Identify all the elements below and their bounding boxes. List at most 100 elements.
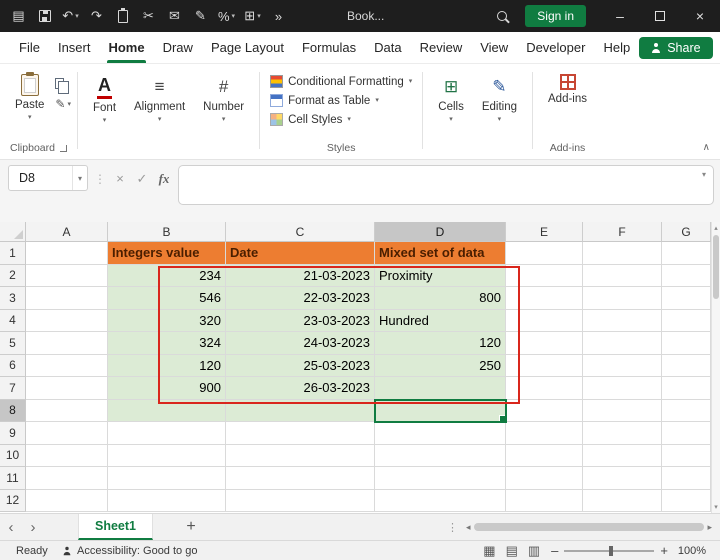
cancel-icon[interactable]: × (112, 165, 128, 186)
row-header-5[interactable]: 5 (0, 332, 26, 355)
zoom-out-button[interactable]: – (545, 543, 564, 558)
cell-g6[interactable] (662, 354, 711, 377)
cell-c12[interactable] (226, 489, 375, 512)
name-box[interactable]: D8 ▾ (8, 165, 88, 191)
cell-c4[interactable]: 23-03-2023 (226, 309, 375, 332)
cell-b10[interactable] (108, 444, 226, 467)
column-header-a[interactable]: A (26, 222, 108, 242)
row-header-12[interactable]: 12 (0, 489, 26, 512)
overflow-icon[interactable]: » (266, 4, 291, 28)
cell-f8[interactable] (583, 399, 662, 422)
zoom-level[interactable]: 100% (674, 545, 720, 557)
zoom-in-button[interactable]: + (654, 543, 674, 558)
row-header-10[interactable]: 10 (0, 444, 26, 467)
row-header-6[interactable]: 6 (0, 354, 26, 377)
alignment-group-button[interactable]: ≡ Alignment ▾ (125, 70, 194, 125)
menu-tab-developer[interactable]: Developer (517, 32, 594, 63)
cell-g7[interactable] (662, 377, 711, 400)
cell-a6[interactable] (26, 354, 108, 377)
cell-b6[interactable]: 120 (108, 354, 226, 377)
format-as-table-button[interactable]: Format as Table ▾ (270, 94, 412, 107)
cell-g5[interactable] (662, 332, 711, 355)
cell-b3[interactable]: 546 (108, 287, 226, 310)
cell-a11[interactable] (26, 467, 108, 490)
cell-e4[interactable] (506, 309, 583, 332)
caret-down-icon[interactable]: ▾ (71, 166, 87, 190)
save-icon[interactable] (32, 4, 57, 28)
cell-d9[interactable] (375, 422, 506, 445)
zoom-slider[interactable] (564, 545, 655, 556)
editing-group-button[interactable]: ✎ Editing ▾ (473, 70, 526, 125)
cell-a7[interactable] (26, 377, 108, 400)
collapse-ribbon-icon[interactable]: ∧ (703, 142, 710, 153)
cell-g11[interactable] (662, 467, 711, 490)
accessibility-status[interactable]: Accessibility: Good to go (62, 545, 197, 557)
zoom-slider-thumb[interactable] (609, 545, 614, 556)
copy-button[interactable] (55, 78, 71, 94)
cell-a9[interactable] (26, 422, 108, 445)
cell-c8[interactable] (226, 399, 375, 422)
cell-e1[interactable] (506, 242, 583, 265)
cell-f10[interactable] (583, 444, 662, 467)
format-painter-icon[interactable]: ✎ (188, 4, 213, 28)
column-header-f[interactable]: F (583, 222, 662, 242)
scroll-up-icon[interactable]: ▴ (712, 224, 720, 232)
app-launcher-icon[interactable]: ▤ (6, 4, 31, 28)
cell-c6[interactable]: 25-03-2023 (226, 354, 375, 377)
row-header-7[interactable]: 7 (0, 377, 26, 400)
cell-b4[interactable]: 320 (108, 309, 226, 332)
row-header-2[interactable]: 2 (0, 264, 26, 287)
cell-a12[interactable] (26, 489, 108, 512)
cell-g10[interactable] (662, 444, 711, 467)
cell-d7[interactable] (375, 377, 506, 400)
font-group-button[interactable]: A Font ▾ (84, 70, 125, 126)
cell-c5[interactable]: 24-03-2023 (226, 332, 375, 355)
cell-f9[interactable] (583, 422, 662, 445)
column-header-e[interactable]: E (506, 222, 583, 242)
cell-e6[interactable] (506, 354, 583, 377)
cell-a2[interactable] (26, 264, 108, 287)
cell-f6[interactable] (583, 354, 662, 377)
cell-d3[interactable]: 800 (375, 287, 506, 310)
cell-e3[interactable] (506, 287, 583, 310)
cell-b11[interactable] (108, 467, 226, 490)
select-all-button[interactable] (0, 222, 26, 242)
column-header-b[interactable]: B (108, 222, 226, 242)
cell-a8[interactable] (26, 399, 108, 422)
horizontal-scroll-thumb[interactable] (473, 523, 705, 531)
cell-d8[interactable] (374, 398, 507, 423)
cell-c1[interactable]: Date (226, 242, 375, 265)
menu-tab-file[interactable]: File (10, 32, 49, 63)
scroll-down-icon[interactable]: ▾ (712, 503, 720, 511)
conditional-formatting-button[interactable]: Conditional Formatting ▾ (270, 75, 412, 88)
cell-f11[interactable] (583, 467, 662, 490)
formula-input[interactable]: ▾ (178, 165, 714, 205)
insert-function-icon[interactable]: fx (156, 165, 172, 187)
cell-d6[interactable]: 250 (375, 354, 506, 377)
cell-c11[interactable] (226, 467, 375, 490)
cell-styles-button[interactable]: Cell Styles ▾ (270, 113, 412, 126)
cell-f7[interactable] (583, 377, 662, 400)
cell-g2[interactable] (662, 264, 711, 287)
close-button[interactable]: × (680, 0, 720, 32)
cell-g12[interactable] (662, 489, 711, 512)
cell-c2[interactable]: 21-03-2023 (226, 264, 375, 287)
menu-tab-review[interactable]: Review (411, 32, 472, 63)
menu-tab-help[interactable]: Help (594, 32, 639, 63)
clipboard-icon[interactable] (110, 4, 135, 28)
cell-e8[interactable] (506, 399, 583, 422)
cell-c9[interactable] (226, 422, 375, 445)
mail-icon[interactable]: ✉ (162, 4, 187, 28)
cell-d10[interactable] (375, 444, 506, 467)
cell-e9[interactable] (506, 422, 583, 445)
row-header-9[interactable]: 9 (0, 422, 26, 445)
menu-tab-view[interactable]: View (471, 32, 517, 63)
share-button[interactable]: Share (639, 36, 713, 59)
cell-a4[interactable] (26, 309, 108, 332)
vertical-scrollbar[interactable]: ▴ ▾ (711, 222, 720, 513)
redo-icon[interactable]: ↷ (84, 4, 109, 28)
cell-g1[interactable] (662, 242, 711, 265)
cell-g9[interactable] (662, 422, 711, 445)
page-break-view-button[interactable]: ▥ (523, 543, 545, 559)
column-header-c[interactable]: C (226, 222, 375, 242)
